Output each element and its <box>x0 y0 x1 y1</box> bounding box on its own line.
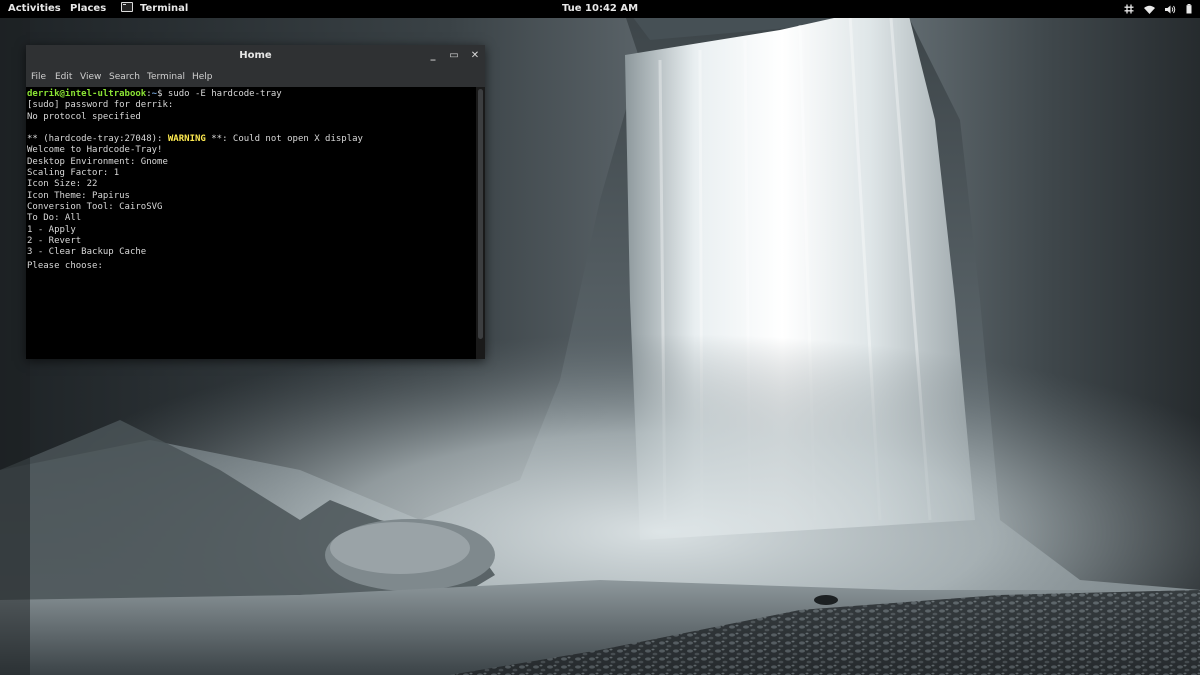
menu-view[interactable]: View <box>80 67 101 87</box>
output-line: [sudo] password for derrik: <box>27 100 174 111</box>
output-line: To Do: All <box>27 213 82 224</box>
volume-icon[interactable] <box>1165 0 1176 18</box>
battery-icon[interactable] <box>1186 0 1192 18</box>
output-line: No protocol specified <box>27 111 141 122</box>
output-line: 1 - Apply <box>27 224 76 235</box>
maximize-button[interactable]: ▭ <box>447 49 461 63</box>
scrollbar-thumb[interactable] <box>478 89 483 339</box>
menu-edit[interactable]: Edit <box>55 67 72 87</box>
minimize-icon: _ <box>430 50 436 61</box>
desktop[interactable]: Activities Places Terminal Tue 10:42 AM <box>0 0 1200 675</box>
close-button[interactable]: ✕ <box>468 49 482 63</box>
input-prompt: Please choose: <box>27 261 109 272</box>
menu-search[interactable]: Search <box>109 67 140 87</box>
minimize-button[interactable]: _ <box>426 49 440 63</box>
maximize-icon: ▭ <box>449 50 459 61</box>
menu-bar: File Edit View Search Terminal Help <box>26 67 485 87</box>
output-line: Conversion Tool: CairoSVG <box>27 201 163 212</box>
top-bar: Activities Places Terminal Tue 10:42 AM <box>0 0 1200 18</box>
terminal-cursor <box>108 258 114 268</box>
prompt-user: derrik@intel-ultrabook <box>27 89 147 99</box>
output-line: Scaling Factor: 1 <box>27 168 120 179</box>
system-tray[interactable] <box>1124 0 1192 18</box>
window-titlebar[interactable]: Home _ ▭ ✕ <box>26 45 485 67</box>
terminal-scrollbar[interactable] <box>476 87 485 359</box>
wifi-icon[interactable] <box>1144 0 1155 18</box>
warning-suffix: **: Could not open X display <box>205 134 363 145</box>
close-icon: ✕ <box>470 50 480 61</box>
network-icon[interactable] <box>1124 0 1134 18</box>
terminal-output[interactable]: derrik@intel-ultrabook:~$ sudo -E hardco… <box>26 87 476 359</box>
output-line: 2 - Revert <box>27 235 82 246</box>
window-title: Home <box>239 50 272 61</box>
output-line: 3 - Clear Backup Cache <box>27 247 147 258</box>
output-line: Welcome to Hardcode-Tray! <box>27 145 163 156</box>
terminal-window[interactable]: Home _ ▭ ✕ File Edit View Search Termina… <box>26 45 485 359</box>
menu-terminal[interactable]: Terminal <box>147 67 185 87</box>
output-line: Icon Size: 22 <box>27 179 98 190</box>
command-text: sudo -E hardcode-tray <box>167 89 282 99</box>
prompt-symbol: $ <box>157 89 168 99</box>
warning-line: ** (hardcode-tray:27048): WARNING **: Co… <box>27 134 476 145</box>
warning-word: WARNING <box>167 134 206 145</box>
output-line: Icon Theme: Papirus <box>27 190 130 201</box>
menu-file[interactable]: File <box>31 67 46 87</box>
menu-help[interactable]: Help <box>192 67 213 87</box>
output-line: Desktop Environment: Gnome <box>27 156 168 167</box>
clock: Tue 10:42 AM <box>0 0 1200 18</box>
input-line[interactable]: Please choose: <box>27 258 476 272</box>
clock-button[interactable]: Tue 10:42 AM <box>562 0 638 18</box>
warning-prefix: ** (hardcode-tray:27048): <box>27 134 168 145</box>
prompt-line: derrik@intel-ultrabook:~$ sudo -E hardco… <box>27 89 476 100</box>
